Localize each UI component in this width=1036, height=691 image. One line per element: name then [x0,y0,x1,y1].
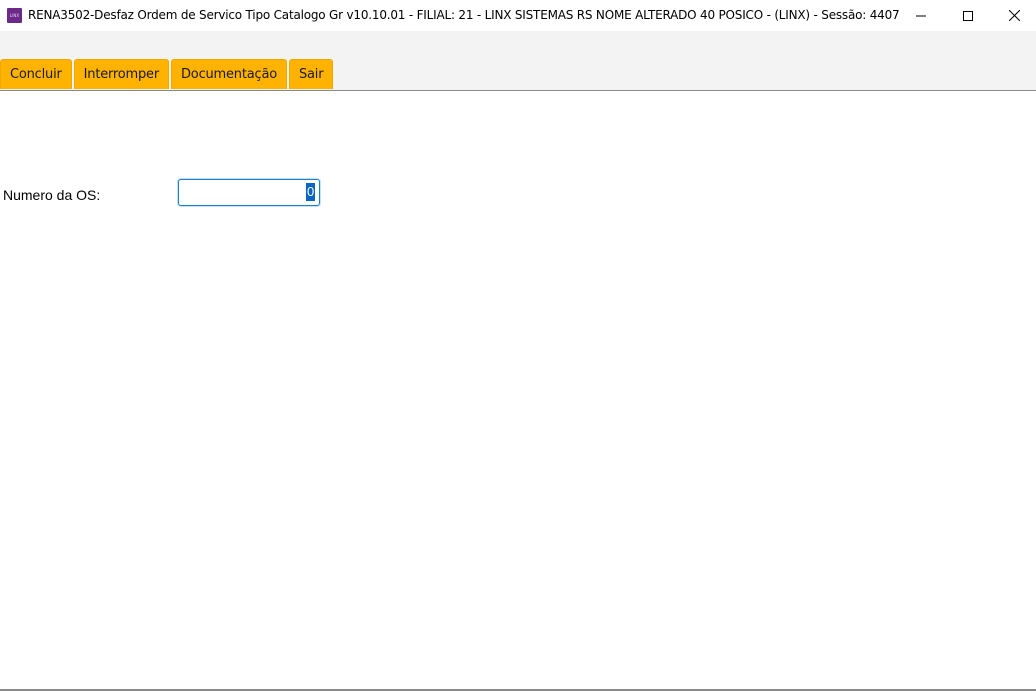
os-number-label: Numero da OS: [3,187,101,203]
action-tabs: Concluir Interromper Documentação Sair [0,59,334,90]
interromper-button[interactable]: Interromper [73,59,169,89]
os-number-input[interactable] [178,179,320,206]
documentacao-button[interactable]: Documentação [171,59,287,89]
close-button[interactable] [991,0,1036,31]
title-bar: LINX RENA3502-Desfaz Ordem de Servico Ti… [0,0,1036,31]
form-area: Numero da OS: 0 [0,92,1036,689]
minimize-icon [916,15,926,16]
maximize-icon [963,10,973,21]
minimize-button[interactable] [898,0,944,31]
os-number-value[interactable]: 0 [306,183,316,201]
sair-button[interactable]: Sair [288,59,334,89]
toolbar: Concluir Interromper Documentação Sair [0,31,1036,91]
app-logo-icon: LINX [7,8,22,23]
concluir-button[interactable]: Concluir [0,59,72,89]
window-title: RENA3502-Desfaz Ordem de Servico Tipo Ca… [28,8,900,22]
close-icon [1008,10,1020,21]
maximize-button[interactable] [945,0,991,31]
